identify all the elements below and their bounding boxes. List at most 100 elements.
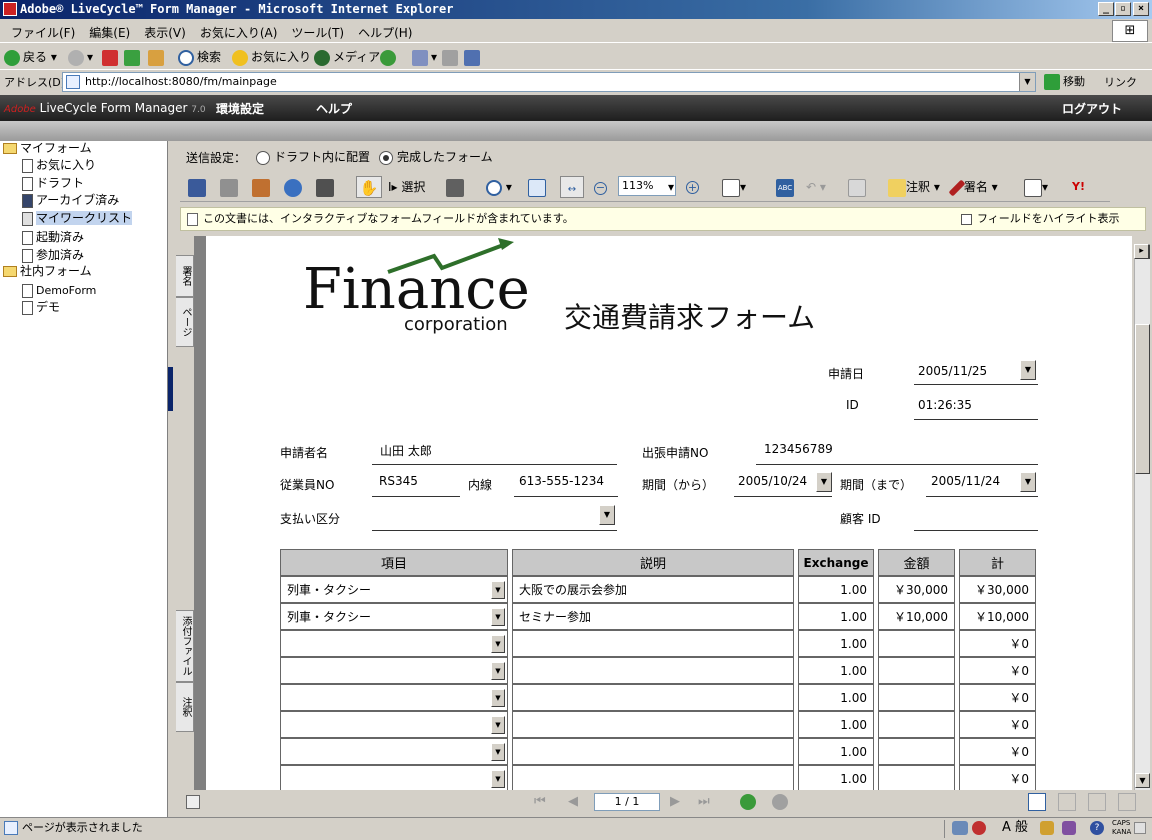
comment-button[interactable]: 注釈 ▾ — [888, 176, 940, 198]
ime-mode[interactable]: A 般 — [1002, 818, 1028, 838]
zoom-out-button[interactable]: − — [594, 176, 607, 198]
fit-width-button[interactable]: ↔ — [560, 176, 584, 198]
tab-pages[interactable]: ページ — [176, 297, 194, 347]
desc-cell[interactable]: セミナー参加 — [512, 603, 794, 630]
exchange-cell[interactable]: 1.00 — [798, 765, 874, 790]
item-dropdown[interactable]: ▼ — [491, 716, 505, 734]
help-icon[interactable]: ? — [1090, 821, 1104, 835]
highlight-checkbox[interactable] — [961, 214, 972, 225]
nav-help[interactable]: ヘルプ — [316, 100, 352, 117]
total-cell[interactable]: ￥0 — [959, 738, 1036, 765]
employee-value[interactable]: RS345 — [379, 474, 418, 488]
facing-layout-icon[interactable] — [1088, 793, 1106, 811]
forms-button[interactable]: ▾ — [1024, 176, 1048, 198]
amount-cell[interactable] — [878, 738, 955, 765]
tree-participated[interactable]: 参加済み — [22, 247, 84, 264]
mail-button[interactable]: ▾ — [412, 47, 437, 67]
desc-cell[interactable] — [512, 684, 794, 711]
payment-dropdown[interactable]: ▼ — [599, 505, 615, 525]
period-from-dropdown[interactable]: ▼ — [816, 472, 832, 492]
first-page-button[interactable]: ⏮ — [534, 794, 546, 809]
scroll-thumb[interactable] — [1135, 324, 1150, 474]
desc-cell[interactable] — [512, 738, 794, 765]
exchange-cell[interactable]: 1.00 — [798, 576, 874, 603]
save-button[interactable] — [188, 176, 206, 198]
page-number-input[interactable]: 1 / 1 — [594, 793, 660, 811]
select-tool-button[interactable]: I▸ 選択 — [388, 176, 425, 198]
undo-button[interactable]: ↶ ▾ — [806, 176, 826, 198]
item-cell[interactable]: ▼ — [280, 657, 508, 684]
yahoo-button[interactable]: Y! — [1072, 176, 1085, 198]
forward-view-icon[interactable] — [772, 794, 788, 810]
continuous-facing-layout-icon[interactable] — [1118, 793, 1136, 811]
amount-cell[interactable] — [878, 765, 955, 790]
single-page-layout-icon[interactable] — [1028, 793, 1046, 811]
radio-draft-circle[interactable] — [256, 150, 270, 165]
forward-button[interactable]: ▾ — [68, 47, 93, 67]
tab-signatures[interactable]: 署名 — [176, 255, 194, 297]
tree-started[interactable]: 起動済み — [22, 229, 84, 246]
total-cell[interactable]: ￥10,000 — [959, 603, 1036, 630]
item-dropdown[interactable]: ▼ — [491, 770, 505, 788]
item-cell[interactable]: ▼ — [280, 711, 508, 738]
tree-worklist[interactable]: マイワークリスト — [22, 210, 133, 227]
tree-my-forms[interactable]: マイフォーム — [3, 140, 92, 157]
menu-item[interactable]: 編集(E) — [82, 19, 137, 41]
amount-cell[interactable]: ￥30,000 — [878, 576, 955, 603]
date-value[interactable]: 2005/11/25 — [918, 364, 987, 378]
refresh-button[interactable] — [124, 47, 143, 67]
desc-cell[interactable] — [512, 711, 794, 738]
radio-draft[interactable]: ドラフト内に配置 — [256, 148, 370, 165]
tree-drafts[interactable]: ドラフト — [22, 175, 84, 192]
desc-cell[interactable] — [512, 765, 794, 790]
favorites-button[interactable]: お気に入り — [232, 47, 311, 67]
id-value[interactable]: 01:26:35 — [918, 398, 972, 412]
prev-page-button[interactable]: ◀ — [568, 794, 578, 809]
logout-link[interactable]: ログアウト — [1062, 100, 1122, 117]
radio-complete-circle[interactable] — [379, 150, 393, 165]
amount-cell[interactable] — [878, 657, 955, 684]
rotate-button[interactable]: ▾ — [722, 176, 746, 198]
total-cell[interactable]: ￥0 — [959, 657, 1036, 684]
tree-demoform[interactable]: DemoForm — [22, 282, 96, 299]
stop-button[interactable] — [102, 47, 121, 67]
page-size-icon[interactable] — [186, 795, 200, 809]
copy-button[interactable] — [848, 176, 866, 198]
total-cell[interactable]: ￥0 — [959, 765, 1036, 790]
close-button[interactable]: × — [1133, 2, 1149, 16]
item-cell[interactable]: 列車・タクシー ▼ — [280, 603, 508, 630]
desc-cell[interactable] — [512, 630, 794, 657]
spellcheck-button[interactable]: ABC — [776, 176, 794, 198]
history-button[interactable] — [380, 47, 399, 67]
zoom-dropdown[interactable]: ▾ — [668, 176, 674, 198]
last-page-button[interactable]: ⏭ — [698, 794, 710, 809]
print-button[interactable] — [442, 47, 461, 67]
exchange-cell[interactable]: 1.00 — [798, 630, 874, 657]
desc-cell[interactable] — [512, 657, 794, 684]
period-to-value[interactable]: 2005/11/24 — [931, 474, 1000, 488]
exchange-cell[interactable]: 1.00 — [798, 603, 874, 630]
date-dropdown[interactable]: ▼ — [1020, 360, 1036, 380]
exchange-cell[interactable]: 1.00 — [798, 684, 874, 711]
item-dropdown[interactable]: ▼ — [491, 635, 505, 653]
total-cell[interactable]: ￥0 — [959, 630, 1036, 657]
highlight-label[interactable]: フィールドをハイライト表示 — [977, 208, 1120, 230]
item-cell[interactable]: ▼ — [280, 684, 508, 711]
print-doc-button[interactable] — [220, 176, 238, 198]
tab-attachments[interactable]: 添付ファイル — [176, 610, 194, 682]
amount-cell[interactable] — [878, 711, 955, 738]
search-button[interactable]: 検索 — [178, 47, 221, 67]
exchange-cell[interactable]: 1.00 — [798, 657, 874, 684]
home-button[interactable] — [148, 47, 167, 67]
vertical-scrollbar[interactable]: ▲ ▼ — [1134, 244, 1150, 790]
scroll-down-button[interactable]: ▼ — [1135, 773, 1150, 788]
item-dropdown[interactable]: ▼ — [491, 662, 505, 680]
menu-item[interactable]: お気に入り(A) — [193, 19, 285, 41]
find-button[interactable] — [316, 176, 334, 198]
amount-cell[interactable] — [878, 630, 955, 657]
address-input[interactable]: http://localhost:8080/fm/mainpage ▼ — [62, 72, 1036, 92]
menu-item[interactable]: ツール(T) — [284, 19, 351, 41]
item-cell[interactable]: 列車・タクシー ▼ — [280, 576, 508, 603]
go-button[interactable]: 移動 — [1044, 73, 1085, 91]
item-dropdown[interactable]: ▼ — [491, 743, 505, 761]
